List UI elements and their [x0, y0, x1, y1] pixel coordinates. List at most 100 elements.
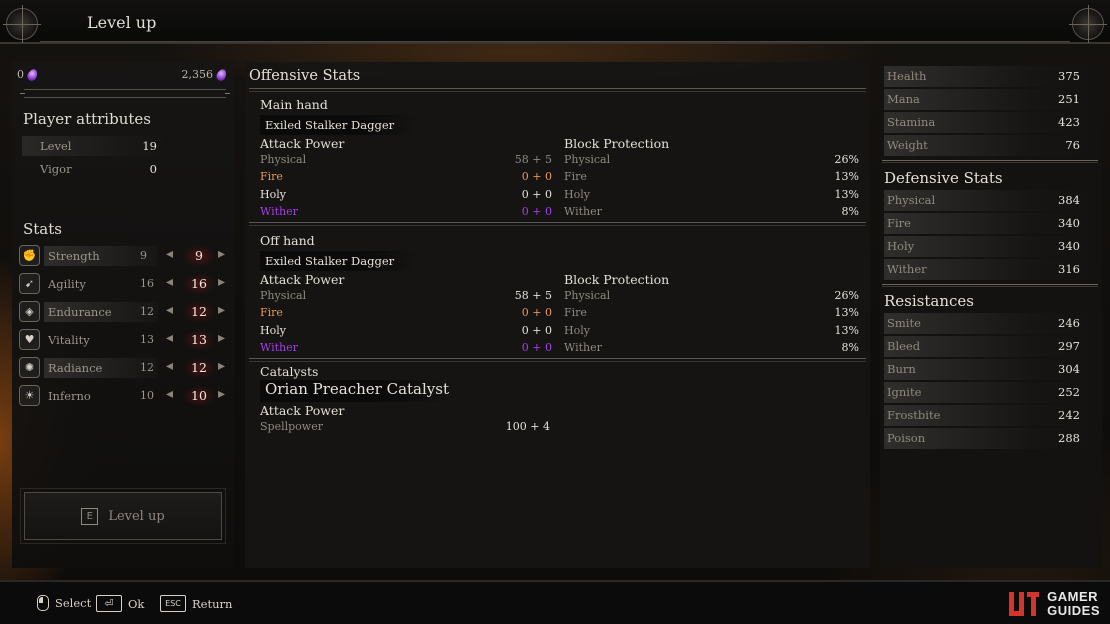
resistance-value: 246 — [1058, 316, 1080, 330]
decrease-arrow-icon[interactable]: ◂ — [166, 330, 173, 346]
increase-arrow-icon[interactable]: ▸ — [218, 358, 225, 374]
attack-row-fire: Fire 0 + 0 — [260, 306, 552, 322]
decrease-arrow-icon[interactable]: ◂ — [166, 358, 173, 374]
agility-icon: ➹ — [19, 273, 40, 294]
block-value: 8% — [841, 341, 859, 354]
attack-value: 58 + 5 — [514, 289, 552, 302]
level-up-button[interactable]: E Level up — [20, 488, 226, 544]
spellpower-value: 100 + 4 — [505, 420, 550, 433]
stat-row-agility[interactable]: ➹ Agility 16 ◂ 16 ▸ — [18, 272, 230, 296]
attribute-value: 19 — [142, 139, 157, 153]
vital-label: Weight — [887, 138, 928, 152]
vitality-icon: ♥ — [19, 329, 40, 350]
attack-label: Physical — [260, 289, 307, 302]
increase-arrow-icon[interactable]: ▸ — [218, 274, 225, 290]
souls-next: 2,356 — [181, 67, 229, 82]
stat-label: Agility — [48, 277, 86, 291]
attack-power-heading: Attack Power — [260, 403, 345, 418]
defensive-row-holy: Holy 340 — [884, 236, 1094, 257]
stat-base-value: 12 — [140, 361, 154, 374]
soul-icon — [25, 67, 40, 82]
character-stats-panel: Health 375 Mana 251 Stamina 423 Weight 7… — [880, 62, 1102, 568]
attributes-panel: 0 2,356 Player attributes Level 19 Vigor… — [12, 62, 234, 568]
stat-row-inferno[interactable]: ☀ Inferno 10 ◂ 10 ▸ — [18, 384, 230, 408]
decrease-arrow-icon[interactable]: ◂ — [166, 246, 173, 262]
attack-label: Holy — [260, 324, 286, 337]
increase-arrow-icon[interactable]: ▸ — [218, 386, 225, 402]
enter-key-icon: ⏎ — [96, 595, 122, 612]
block-value: 13% — [834, 324, 859, 337]
attack-value: 58 + 5 — [514, 153, 552, 166]
vital-value: 251 — [1058, 92, 1080, 106]
resistance-label: Smite — [887, 316, 921, 330]
resistance-label: Poison — [887, 431, 926, 445]
return-hint[interactable]: ESC Return — [160, 595, 232, 612]
increase-arrow-icon[interactable]: ▸ — [218, 246, 225, 262]
block-row-physical: Physical 26% — [564, 289, 859, 305]
defensive-value: 384 — [1058, 193, 1080, 207]
ok-hint[interactable]: ⏎ Ok — [96, 595, 144, 612]
select-hint[interactable]: Select — [37, 595, 91, 611]
resistance-label: Burn — [887, 362, 916, 376]
increase-arrow-icon[interactable]: ▸ — [218, 330, 225, 346]
stat-row-endurance[interactable]: ◈ Endurance 12 ◂ 12 ▸ — [18, 300, 230, 324]
attack-row-wither: Wither 0 + 0 — [260, 341, 552, 357]
attack-value: 0 + 0 — [521, 188, 552, 201]
vital-row-stamina: Stamina 423 — [884, 112, 1094, 133]
divider — [882, 160, 1098, 163]
soul-icon — [214, 67, 229, 82]
gamer-guides-mark-icon — [1007, 588, 1041, 620]
decrease-arrow-icon[interactable]: ◂ — [166, 274, 173, 290]
stat-current-value: 12 — [184, 302, 214, 322]
defensive-value: 316 — [1058, 262, 1080, 276]
resistance-row-frostbite: Frostbite 242 — [884, 405, 1094, 426]
endurance-icon: ◈ — [19, 301, 40, 322]
vital-row-weight: Weight 76 — [884, 135, 1094, 156]
resistance-label: Frostbite — [887, 408, 941, 422]
block-value: 26% — [834, 289, 859, 302]
ornament-icon — [3, 5, 41, 43]
block-label: Holy — [564, 324, 590, 337]
stat-row-strength[interactable]: ✊ Strength 9 ◂ 9 ▸ — [18, 244, 230, 268]
inferno-icon: ☀ — [19, 385, 40, 406]
spellpower-row: Spellpower 100 + 4 — [260, 420, 550, 436]
stat-base-value: 13 — [140, 333, 154, 346]
defensive-label: Physical — [887, 193, 936, 207]
attack-power-heading: Attack Power — [260, 272, 345, 287]
decrease-arrow-icon[interactable]: ◂ — [166, 302, 173, 318]
stat-label: Radiance — [48, 361, 103, 375]
block-label: Wither — [564, 341, 602, 354]
off-hand-weapon: Exiled Stalker Dagger — [260, 251, 420, 271]
resistance-label: Ignite — [887, 385, 922, 399]
stat-current-value: 12 — [184, 358, 214, 378]
divider — [882, 284, 1098, 287]
souls-current: 0 — [17, 67, 40, 82]
decrease-arrow-icon[interactable]: ◂ — [166, 386, 173, 402]
resistance-row-bleed: Bleed 297 — [884, 336, 1094, 357]
block-label: Physical — [564, 153, 611, 166]
attack-value: 0 + 0 — [521, 205, 552, 218]
souls-next-value: 2,356 — [181, 68, 214, 81]
attack-row-fire: Fire 0 + 0 — [260, 170, 552, 186]
stat-row-radiance[interactable]: ✺ Radiance 12 ◂ 12 ▸ — [18, 356, 230, 380]
select-hint-label: Select — [55, 596, 92, 610]
attack-row-physical: Physical 58 + 5 — [260, 289, 552, 305]
bottom-bar: Select ⏎ Ok ESC Return GAMER GUIDES — [0, 580, 1110, 624]
defensive-label: Fire — [887, 216, 911, 230]
stat-row-vitality[interactable]: ♥ Vitality 13 ◂ 13 ▸ — [18, 328, 230, 352]
attack-label: Wither — [260, 341, 298, 354]
attribute-label: Vigor — [40, 162, 72, 176]
stat-base-value: 9 — [140, 249, 147, 262]
page-title: Level up — [87, 13, 157, 32]
resistance-value: 242 — [1058, 408, 1080, 422]
stat-current-value: 16 — [184, 274, 214, 294]
stat-label: Strength — [48, 249, 100, 263]
increase-arrow-icon[interactable]: ▸ — [218, 302, 225, 318]
attack-row-holy: Holy 0 + 0 — [260, 324, 552, 340]
main-hand-weapon: Exiled Stalker Dagger — [260, 115, 420, 135]
block-row-fire: Fire 13% — [564, 306, 859, 322]
vital-value: 76 — [1065, 138, 1080, 152]
xp-progress-bar — [20, 89, 230, 98]
block-value: 13% — [834, 170, 859, 183]
vital-label: Mana — [887, 92, 920, 106]
